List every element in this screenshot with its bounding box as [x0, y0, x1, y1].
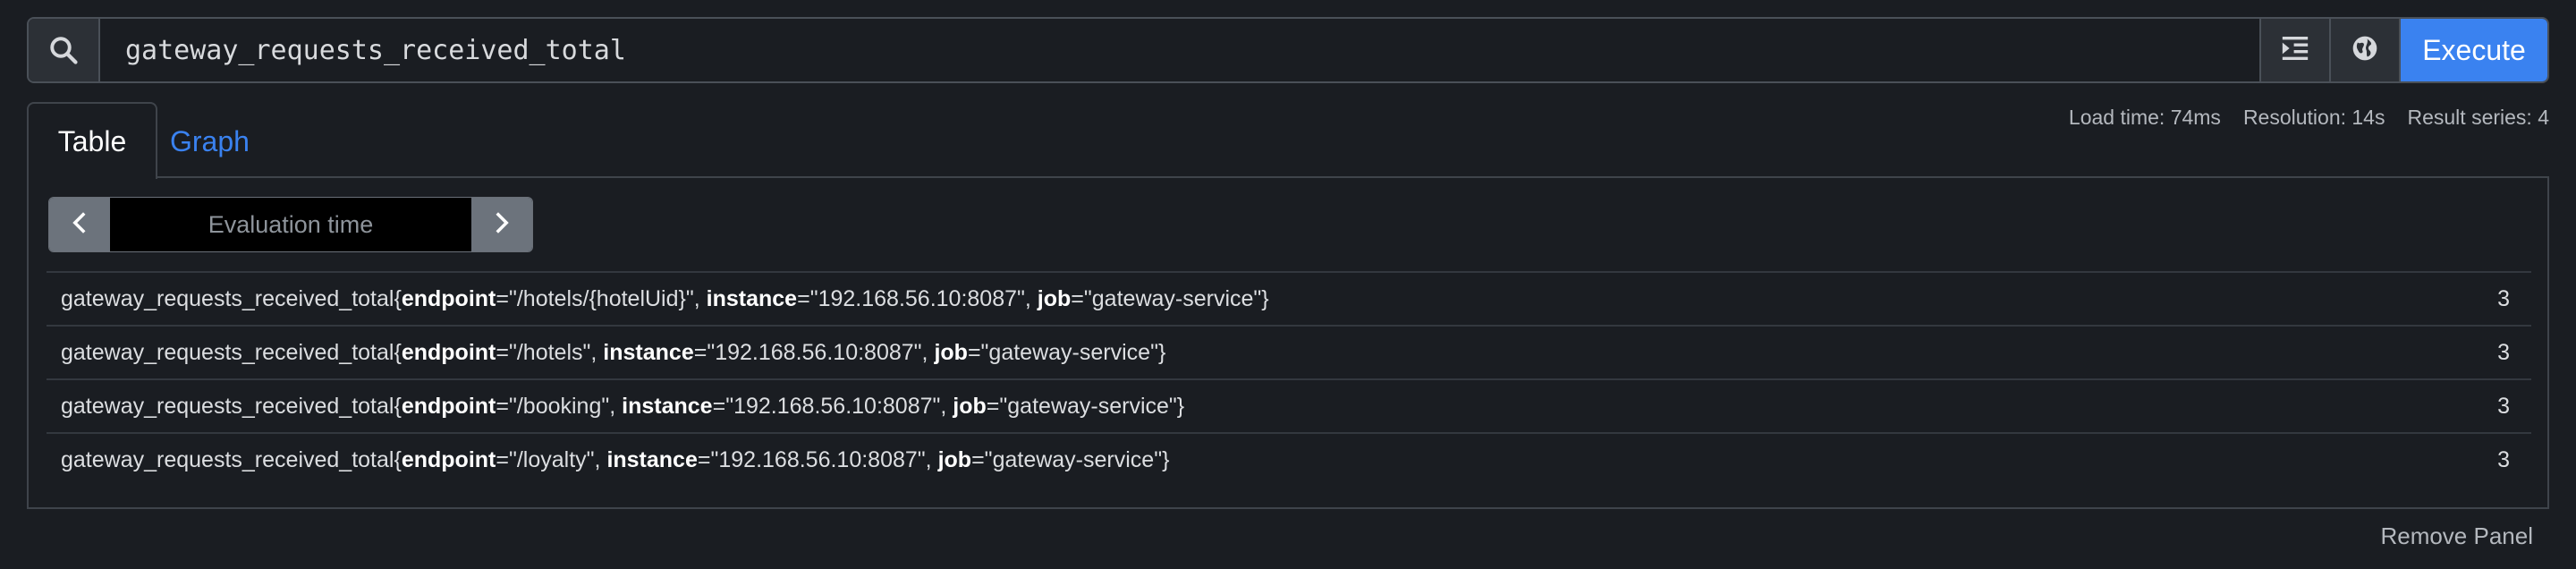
series-label: gateway_requests_received_total{endpoint…	[61, 393, 1185, 419]
label-key: endpoint	[401, 393, 496, 419]
label-key: endpoint	[401, 446, 496, 472]
query-input[interactable]: gateway_requests_received_total	[100, 19, 2259, 81]
evaluation-time-input[interactable]: Evaluation time	[110, 198, 471, 251]
label-key: job	[1037, 285, 1072, 311]
label-value: gateway-service	[992, 446, 1155, 472]
execute-button[interactable]: Execute	[2399, 19, 2547, 81]
label-key: instance	[606, 446, 698, 472]
label-key: job	[937, 446, 972, 472]
label-value: /booking	[516, 393, 602, 419]
label-value: /loyalty	[516, 446, 587, 472]
chevron-left-icon	[71, 210, 89, 240]
result-series: Result series: 4	[2407, 106, 2549, 129]
series-label: gateway_requests_received_total{endpoint…	[61, 285, 1269, 311]
evaluation-time-picker: Evaluation time	[48, 197, 533, 252]
label-value: gateway-service	[988, 339, 1151, 365]
label-value: gateway-service	[1091, 285, 1254, 311]
series-value: 3	[2497, 285, 2510, 311]
series-value: 3	[2497, 339, 2510, 365]
label-value: 192.168.56.10:8087	[715, 339, 914, 365]
metric-name: gateway_requests_received_total	[61, 393, 394, 419]
query-bar: gateway_requests_received_total Execute	[27, 17, 2549, 83]
label-value: 192.168.56.10:8087	[718, 446, 918, 472]
series-value: 3	[2497, 446, 2510, 472]
label-key: instance	[603, 339, 694, 365]
series-value: 3	[2497, 393, 2510, 419]
label-value: /hotels/{hotelUid}	[516, 285, 686, 311]
label-value: 192.168.56.10:8087	[733, 393, 933, 419]
label-key: endpoint	[401, 339, 496, 365]
metrics-explorer-button[interactable]	[2329, 19, 2399, 81]
table-row: gateway_requests_received_total{endpoint…	[47, 325, 2531, 378]
previous-time-button[interactable]	[49, 198, 110, 251]
next-time-button[interactable]	[471, 198, 532, 251]
resolution: Resolution: 14s	[2242, 106, 2385, 129]
search-icon	[29, 19, 100, 81]
table-panel: Evaluation time gateway_requests_receive…	[27, 176, 2549, 509]
load-time: Load time: 74ms	[2068, 106, 2221, 129]
table-row: gateway_requests_received_total{endpoint…	[47, 432, 2531, 486]
results-table: gateway_requests_received_total{endpoint…	[47, 271, 2531, 486]
format-icon	[2280, 35, 2310, 66]
remove-panel-link[interactable]: Remove Panel	[2380, 522, 2533, 550]
globe-icon	[2351, 34, 2379, 67]
label-key: instance	[706, 285, 798, 311]
metric-name: gateway_requests_received_total	[61, 339, 394, 365]
label-key: job	[953, 393, 987, 419]
label-value: gateway-service	[1007, 393, 1169, 419]
label-key: endpoint	[401, 285, 496, 311]
table-row: gateway_requests_received_total{endpoint…	[47, 271, 2531, 325]
label-value: 192.168.56.10:8087	[818, 285, 1018, 311]
tab-graph[interactable]: Graph	[170, 116, 250, 166]
tab-table[interactable]: Table	[27, 102, 157, 179]
series-label: gateway_requests_received_total{endpoint…	[61, 339, 1166, 365]
label-value: /hotels	[516, 339, 583, 365]
chevron-right-icon	[493, 210, 511, 240]
table-row: gateway_requests_received_total{endpoint…	[47, 378, 2531, 432]
metric-name: gateway_requests_received_total	[61, 446, 394, 472]
label-key: job	[934, 339, 968, 365]
format-query-button[interactable]	[2259, 19, 2329, 81]
label-key: instance	[622, 393, 713, 419]
metric-name: gateway_requests_received_total	[61, 285, 394, 311]
series-label: gateway_requests_received_total{endpoint…	[61, 446, 1170, 472]
query-stats: Load time: 74ms Resolution: 14s Result s…	[2069, 106, 2549, 130]
